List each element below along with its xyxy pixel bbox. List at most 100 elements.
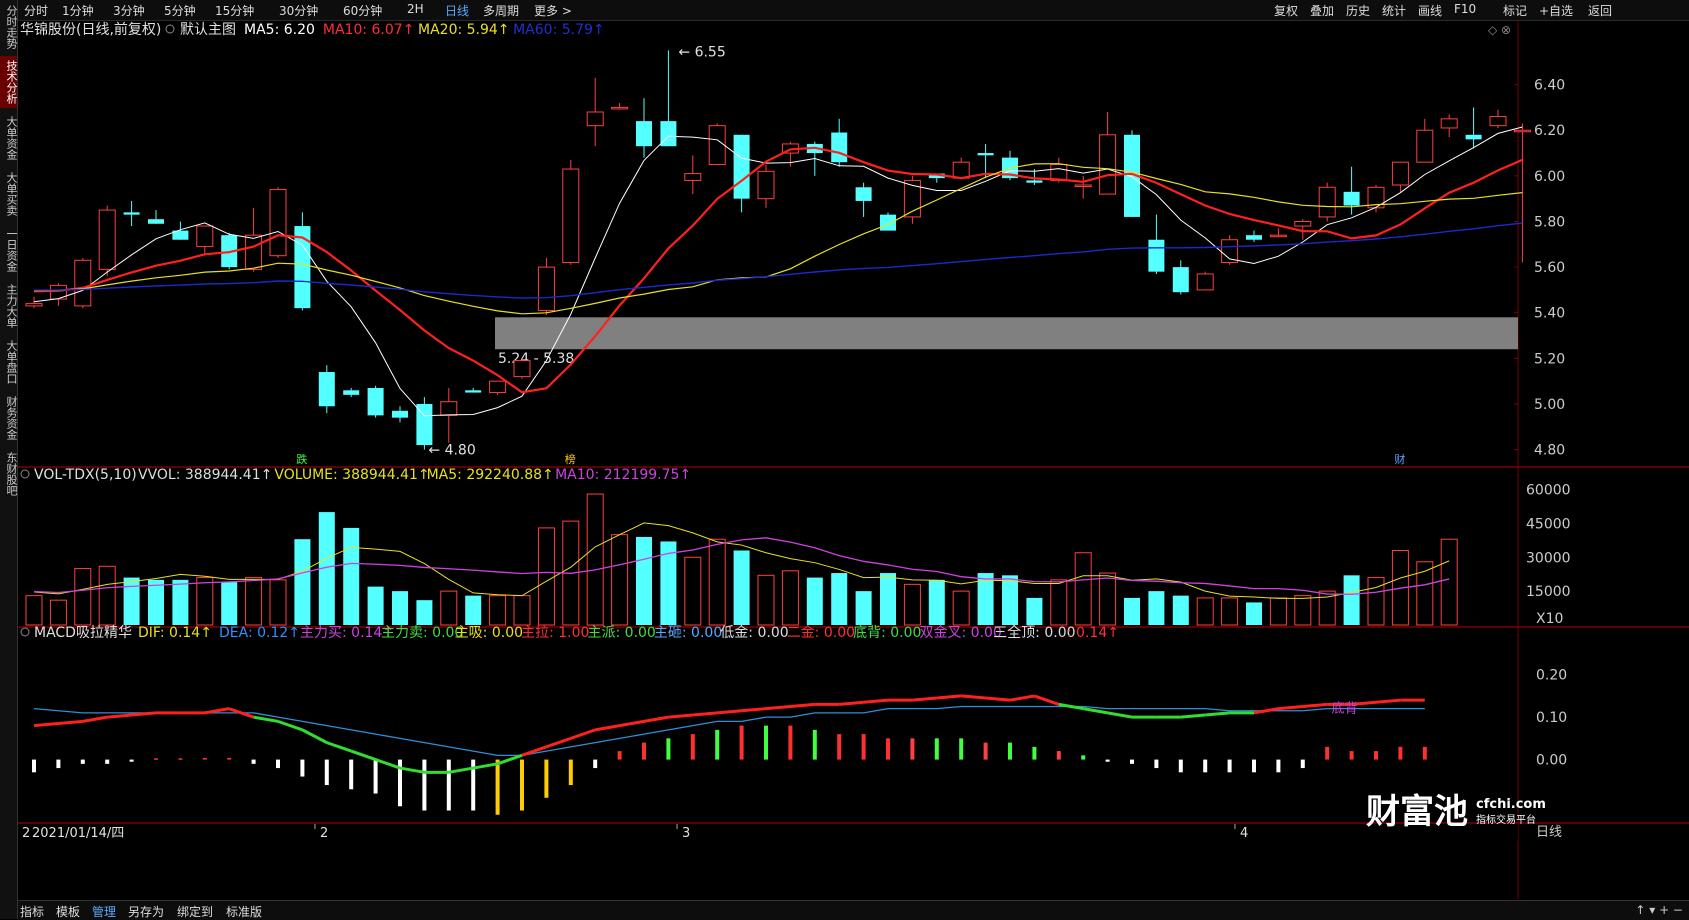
sidebar-tab-6[interactable]: 大单盘口 xyxy=(0,336,18,388)
macd-dif-segment xyxy=(253,715,279,723)
macd-hist-bar xyxy=(520,759,524,811)
zoom-arrows-icon[interactable]: ↑ ▾ + − xyxy=(1635,903,1683,917)
period-tab-7[interactable]: 2H xyxy=(407,2,424,16)
macd-title: MACD吸拉精华 xyxy=(34,625,132,641)
sidebar-tab-2[interactable]: 大单资金 xyxy=(0,112,18,164)
macd-dif-segment xyxy=(497,753,523,766)
macd-dif-segment xyxy=(570,728,596,740)
candle-body-up xyxy=(708,125,726,165)
bottom-item-4[interactable]: 绑定到 xyxy=(177,903,213,920)
watermark-brand: 财富池 xyxy=(1366,792,1468,832)
period-tab-2[interactable]: 3分钟 xyxy=(113,2,145,19)
xaxis-date: 2021/01/14/四 xyxy=(32,826,124,841)
sidebar-tab-5[interactable]: 主力大单 xyxy=(0,280,18,332)
macd-hist-bar xyxy=(861,734,866,760)
toolbar-item-8[interactable]: 返回 xyxy=(1588,2,1612,19)
bottom-item-1[interactable]: 模板 xyxy=(56,903,80,920)
volume-bar-down xyxy=(880,573,896,625)
ma-legend-1: MA10: 6.07↑ xyxy=(323,22,415,38)
macd-hist-bar xyxy=(1227,759,1232,773)
candle-body-up xyxy=(98,209,116,270)
candle-body-up xyxy=(1196,273,1214,291)
period-tab-10[interactable]: 更多 > xyxy=(534,2,572,19)
period-tab-5[interactable]: 30分钟 xyxy=(279,2,318,19)
bottom-item-2[interactable]: 管理 xyxy=(92,903,116,920)
ma-legend-3: MA60: 5.79↑ xyxy=(513,22,605,38)
macd-legend-8: 低金: 0.00 xyxy=(720,625,788,641)
bottom-item-5[interactable]: 标准版 xyxy=(226,903,262,920)
macd-dif-segment xyxy=(1033,694,1060,706)
main-subtitle: 默认主图 xyxy=(180,22,236,38)
period-tab-1[interactable]: 1分钟 xyxy=(62,2,94,19)
volume-bar-up xyxy=(440,590,458,626)
sidebar-tab-7[interactable]: 财务资金 xyxy=(0,392,18,444)
period-tab-9[interactable]: 多周期 xyxy=(483,2,519,19)
macd-legend-3: 主力卖: 0.00 xyxy=(381,625,463,641)
toolbar-item-1[interactable]: 叠加 xyxy=(1310,2,1334,19)
macd-hist-bar xyxy=(422,759,427,811)
candle-body-down xyxy=(1343,191,1360,206)
sidebar-tab-0[interactable]: 分时走势 xyxy=(0,2,18,52)
sidebar-tab-1[interactable]: 技术分析 xyxy=(0,56,18,108)
period-tab-0[interactable]: 分时 xyxy=(24,2,48,19)
macd-legend-2: 主力买: 0.14↑ xyxy=(300,625,394,641)
volume-bar-down xyxy=(928,579,945,625)
candle-body-up xyxy=(757,170,775,200)
candle-body-up xyxy=(269,189,287,257)
macd-dif-segment xyxy=(82,715,108,723)
sidebar-tab-4[interactable]: 一日资金 xyxy=(0,224,18,276)
toolbar-item-6[interactable]: 标记 xyxy=(1503,2,1527,19)
macd-dif-segment xyxy=(643,715,669,723)
macd-hist-bar xyxy=(764,725,768,760)
toolbar-item-5[interactable]: F10 xyxy=(1454,2,1476,16)
toolbar-item-0[interactable]: 复权 xyxy=(1274,2,1298,19)
macd-legend-1: DEA: 0.12↑ xyxy=(219,625,300,641)
toolbar-item-7[interactable]: +自选 xyxy=(1539,2,1573,19)
xaxis-month-1: 3 xyxy=(682,826,690,841)
toolbar-item-3[interactable]: 统计 xyxy=(1382,2,1406,19)
candle-body-up xyxy=(440,401,458,416)
candle-body-down xyxy=(1026,180,1043,183)
bottom-item-0[interactable]: 指标 xyxy=(20,903,44,920)
volume-axis-label-1: 45000 xyxy=(1526,516,1571,532)
volume-bar-up xyxy=(1074,552,1092,626)
macd-dif-segment xyxy=(1253,707,1279,715)
period-tab-3[interactable]: 5分钟 xyxy=(164,2,196,19)
top-toolbar: 分时 1分钟 3分钟 5分钟 15分钟 30分钟 60分钟 2H 日线 多周期 更多 > 复权 叠加 历史… xyxy=(18,0,1689,21)
price-axis-label-3: 5.80 xyxy=(1534,214,1565,230)
sidebar-tab-3[interactable]: 大单买卖 xyxy=(0,168,18,220)
candle-body-up xyxy=(1513,129,1531,133)
price-axis-label-2: 6.00 xyxy=(1534,169,1565,185)
sidebar-tab-8[interactable]: 东财股吧 xyxy=(0,448,18,500)
candle-body-down xyxy=(318,372,335,407)
toolbar-item-4[interactable]: 画线 xyxy=(1418,2,1442,19)
macd-axis-label-1: 0.10 xyxy=(1536,710,1567,726)
macd-hist-bar xyxy=(593,759,598,769)
xaxis-month-2: 4 xyxy=(1240,826,1248,841)
macd-axis-label-2: 0.00 xyxy=(1536,753,1567,769)
volume-bar-up xyxy=(489,595,507,626)
macd-hist-bar xyxy=(642,742,646,760)
macd-dif-segment xyxy=(741,707,767,713)
macd-dif-segment xyxy=(448,766,474,774)
volume-bar-up xyxy=(49,599,67,626)
period-tab-4[interactable]: 15分钟 xyxy=(215,2,254,19)
volume-axis-label-0: 60000 xyxy=(1526,483,1571,499)
period-tab-6[interactable]: 60分钟 xyxy=(343,2,382,19)
stock-chart[interactable]: 6.40 6.20 6.00 5.80 5.60 5.40 5.20 5.00 4.80 5.24… xyxy=(18,21,1689,899)
divergence-label: 底背 xyxy=(1332,701,1358,717)
volume-title: VOL-TDX(5,10) xyxy=(34,467,137,483)
event-marker-2: 财 xyxy=(1394,452,1405,466)
candle-body-up xyxy=(1099,134,1117,195)
macd-dif-segment xyxy=(1375,698,1401,704)
macd-dif-segment xyxy=(863,698,889,704)
bottom-item-3[interactable]: 另存为 xyxy=(128,903,164,920)
period-tab-8[interactable]: 日线 xyxy=(445,2,469,19)
candle-body-down xyxy=(855,187,872,201)
macd-dif-segment xyxy=(619,719,645,728)
macd-hist-bar xyxy=(105,759,110,764)
toolbar-item-2[interactable]: 历史 xyxy=(1346,2,1370,19)
price-axis-label-0: 6.40 xyxy=(1534,78,1565,94)
volume-bar-down xyxy=(806,577,823,625)
macd-dif-segment xyxy=(1205,711,1230,717)
